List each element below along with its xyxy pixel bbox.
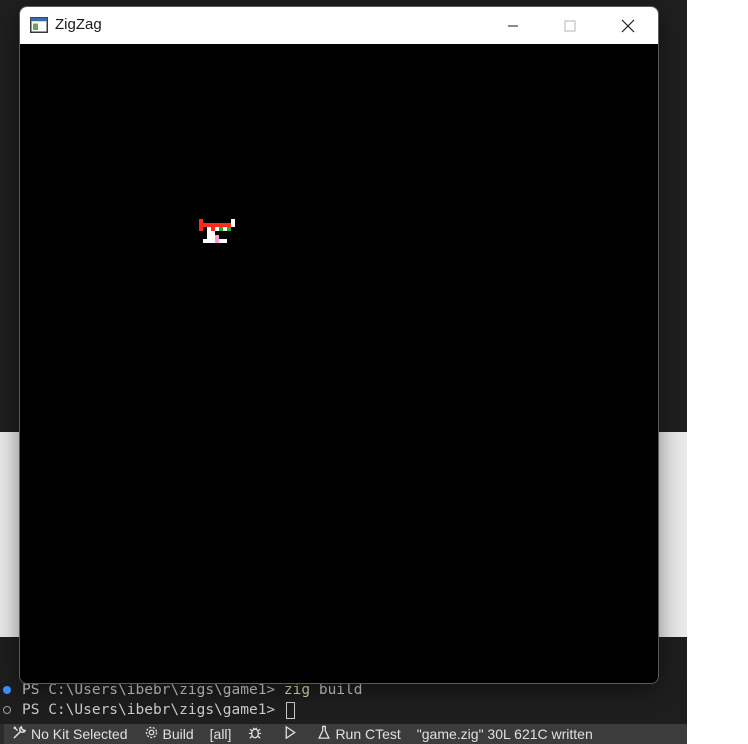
kit-label: No Kit Selected (31, 726, 128, 742)
gear-icon (144, 725, 159, 743)
window-title: ZigZag (55, 16, 102, 33)
terminal-line: PS C:\Users\ibebr\zigs\game1> (3, 700, 295, 720)
maximize-icon (564, 20, 576, 31)
status-message: "game.zig" 30L 621C written (409, 724, 601, 744)
build-label: Build (162, 726, 194, 742)
minimize-icon (508, 25, 518, 26)
bug-icon (247, 725, 263, 743)
window-titlebar[interactable]: ZigZag (20, 7, 658, 44)
terminal-prompt: PS C:\Users\ibebr\zigs\game1> (22, 702, 284, 718)
flask-icon (317, 725, 331, 743)
status-bar: No Kit Selected Build [all] Run CTest "g… (0, 724, 687, 744)
run-ctest-label: Run CTest (335, 726, 401, 742)
run-ctest-button[interactable]: Run CTest (309, 724, 408, 744)
zigzag-window[interactable]: ZigZag (19, 6, 659, 684)
run-button[interactable] (275, 724, 309, 744)
command-success-icon[interactable] (3, 686, 11, 694)
build-button[interactable]: Build (136, 724, 202, 744)
game-canvas[interactable] (20, 44, 658, 683)
debug-button[interactable] (239, 724, 275, 744)
play-icon (283, 725, 297, 743)
status-message-text: "game.zig" 30L 621C written (416, 726, 593, 742)
maximize-button[interactable] (547, 7, 593, 44)
terminal-cursor (285, 701, 295, 719)
player-sprite (199, 219, 235, 243)
app-window-icon (30, 17, 48, 33)
build-target-selector[interactable]: [all] (202, 724, 240, 744)
desktop: PS C:\Users\ibebr\zigs\game1> zig build … (0, 0, 748, 744)
build-target-label: [all] (209, 726, 232, 742)
close-icon (621, 19, 635, 32)
minimize-button[interactable] (490, 7, 536, 44)
kit-selector[interactable]: No Kit Selected (4, 724, 136, 744)
tools-icon (12, 725, 27, 743)
close-button[interactable] (605, 7, 651, 44)
command-pending-icon[interactable] (3, 706, 11, 714)
